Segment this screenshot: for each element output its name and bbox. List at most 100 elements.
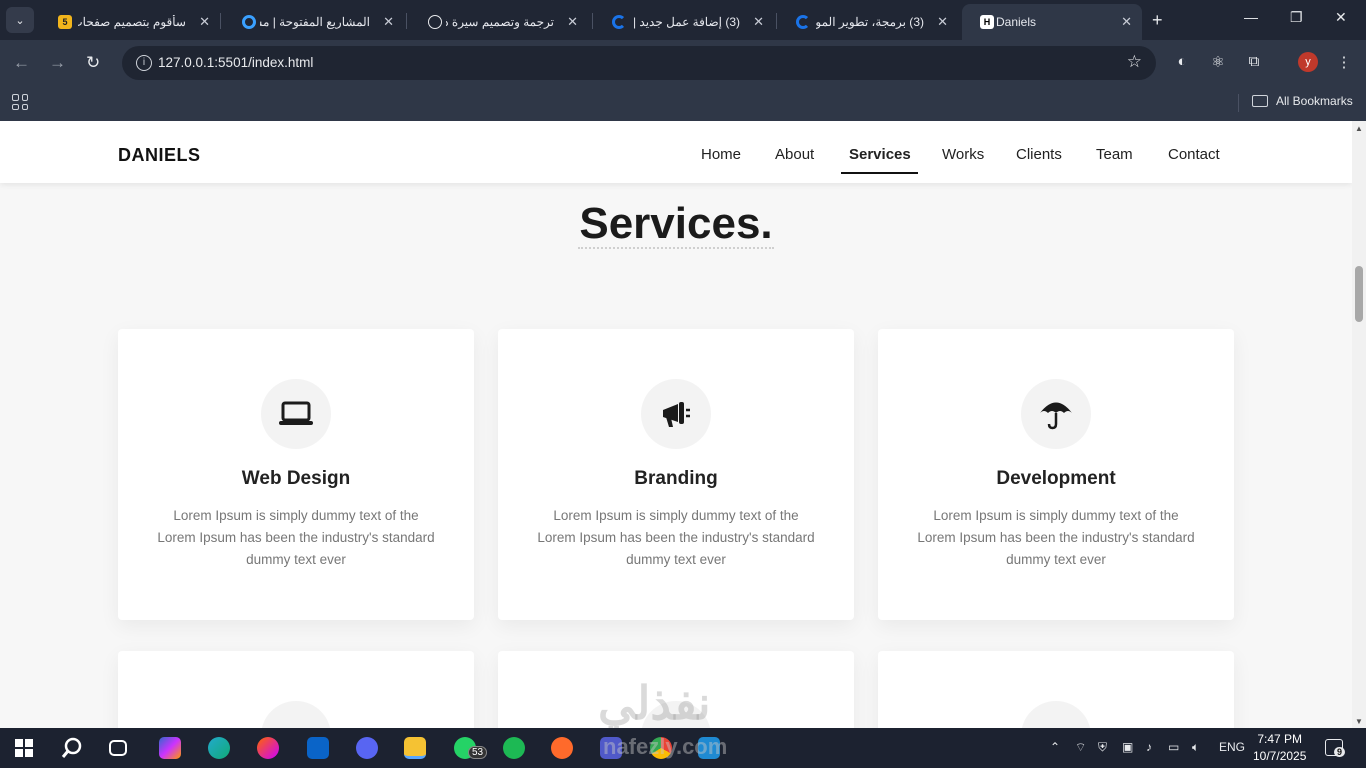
profile-avatar[interactable]: y [1298,52,1318,72]
new-tab-button[interactable]: + [1152,10,1163,31]
folder-icon [1252,95,1268,107]
back-button[interactable]: ← [13,53,30,73]
tab-strip: ⌄ ✕ سأقوم بتصميم صفحات 5 ✕ المشاريع المف… [0,0,1366,40]
restore-button[interactable]: ❐ [1290,9,1303,26]
url-text[interactable]: 127.0.0.1:5501/index.html [158,55,313,70]
window-close-button[interactable]: ✕ [1335,9,1347,26]
nav-works[interactable]: Works [942,146,984,163]
browser-tab-5[interactable]: ✕ (3) برمجة، تطوير الموا [778,4,958,40]
service-card-web-design: Web Design Lorem Ipsum is simply dummy t… [118,329,474,620]
umbrella-icon [1021,379,1091,449]
service-icon [1021,701,1091,728]
close-icon[interactable]: ✕ [1121,14,1132,30]
service-card [118,651,474,728]
nav-home[interactable]: Home [701,146,741,163]
tab-favicon: H [980,15,994,29]
close-icon[interactable]: ✕ [753,14,764,30]
nav-services[interactable]: Services [849,146,911,163]
search-icon[interactable] [61,737,83,759]
extension-icon[interactable]: ◐ [1173,53,1191,71]
browser-menu-icon[interactable]: ⋮ [1335,53,1353,71]
watermark: نفذلي [598,677,711,728]
browser-tab-4[interactable]: ✕ (3) إضافة عمل جديد | [594,4,774,40]
section-title-underline [578,247,774,249]
service-card-development: Development Lorem Ipsum is simply dummy … [878,329,1234,620]
browser-tab-3[interactable]: ✕ ترجمة وتصميم سيرة ذا [408,4,588,40]
windows-start-icon[interactable] [15,739,33,757]
bookmark-star-icon[interactable]: ☆ [1127,52,1142,72]
bookmarks-bar: All Bookmarks [0,86,1366,121]
site-header: DANIELS Home About Services Works Client… [0,121,1352,183]
web-page: DANIELS Home About Services Works Client… [0,121,1352,728]
card-text: Lorem Ipsum is simply dummy text of the … [157,508,435,567]
tab-favicon [612,15,626,29]
spotify-icon[interactable] [503,737,525,759]
close-icon[interactable]: ✕ [937,14,948,30]
camera-icon[interactable]: ▣ [1122,740,1133,754]
scroll-thumb[interactable] [1355,266,1363,322]
close-icon[interactable]: ✕ [567,14,578,30]
tab-favicon [796,15,810,29]
edge-icon[interactable] [208,737,230,759]
windows-taskbar: 53 nafezly.com ⌃ ⌔ ⛨ ▣ ♪ ▭ 🔈︎ ENG 7:47 P… [0,728,1366,768]
minimize-button[interactable]: — [1244,9,1258,25]
nav-clients[interactable]: Clients [1016,146,1062,163]
card-title: Web Design [241,468,351,489]
nav-about[interactable]: About [775,146,814,163]
language-indicator[interactable]: ENG [1219,740,1245,754]
microphone-icon[interactable]: ♪ [1146,740,1152,754]
defender-shield-icon[interactable]: ⛨ [1098,740,1107,755]
service-icon [261,701,331,728]
scroll-down-arrow-icon[interactable]: ▼ [1355,717,1363,726]
react-devtools-icon[interactable]: ⚛ [1209,53,1227,71]
whatsapp-badge: 53 [468,746,488,759]
active-nav-underline [841,172,918,174]
card-text: Lorem Ipsum is simply dummy text of the … [537,508,815,567]
nav-contact[interactable]: Contact [1168,146,1220,163]
address-bar[interactable]: i 127.0.0.1:5501/index.html ☆ [122,46,1156,80]
copilot-icon[interactable] [159,737,181,759]
megaphone-icon [641,379,711,449]
page-scrollbar[interactable]: ▲ ▼ [1352,121,1366,728]
nav-team[interactable]: Team [1096,146,1133,163]
card-title: Branding [634,468,718,489]
card-text: Lorem Ipsum is simply dummy text of the … [917,508,1195,567]
scroll-up-arrow-icon[interactable]: ▲ [1355,124,1363,133]
close-icon[interactable]: ✕ [383,14,394,30]
browser-tab-active[interactable]: H Daniels ✕ [962,4,1142,40]
all-bookmarks-button[interactable]: All Bookmarks [1252,94,1353,108]
firefox-icon[interactable] [257,737,279,759]
service-card [878,651,1234,728]
chevron-up-icon[interactable]: ⌃ [1050,740,1060,754]
site-info-icon[interactable]: i [136,55,152,71]
postman-icon[interactable] [551,737,573,759]
apps-grid-icon[interactable] [12,94,28,110]
browser-tab-1[interactable]: ✕ سأقوم بتصميم صفحات 5 [40,4,220,40]
file-explorer-icon[interactable] [404,737,426,759]
service-card-branding: Branding Lorem Ipsum is simply dummy tex… [498,329,854,620]
tab-favicon: 5 [58,15,72,29]
outlook-icon[interactable] [307,737,329,759]
discord-icon[interactable] [356,737,378,759]
close-icon[interactable]: ✕ [199,14,210,30]
browser-tab-2[interactable]: ✕ المشاريع المفتوحة | مس [222,4,404,40]
openai-icon [428,15,442,29]
task-view-icon[interactable] [109,740,127,756]
forward-button[interactable]: → [49,53,66,73]
section-title: Services. [579,199,773,248]
browser-toolbar: ← → ↻ i 127.0.0.1:5501/index.html ☆ ◐ ⚛ … [0,40,1366,86]
extensions-puzzle-icon[interactable]: ⧉ [1245,53,1263,71]
watermark-latin: nafezly.com [603,734,728,759]
notification-badge: 9 [1334,747,1346,757]
reload-button[interactable]: ↻ [86,53,100,73]
laptop-icon [261,379,331,449]
system-clock[interactable]: 7:47 PM 10/7/2025 [1253,731,1306,765]
battery-icon[interactable]: ▭ [1168,740,1179,754]
volume-icon[interactable]: 🔈︎ [1192,740,1199,755]
network-icon[interactable]: ⌔ [1075,740,1086,755]
tab-favicon [242,15,256,29]
chevron-down-icon: ⌄ [15,14,25,27]
card-title: Development [996,468,1116,489]
tab-search-button[interactable]: ⌄ [6,7,34,33]
site-logo[interactable]: DANIELS [118,145,201,166]
